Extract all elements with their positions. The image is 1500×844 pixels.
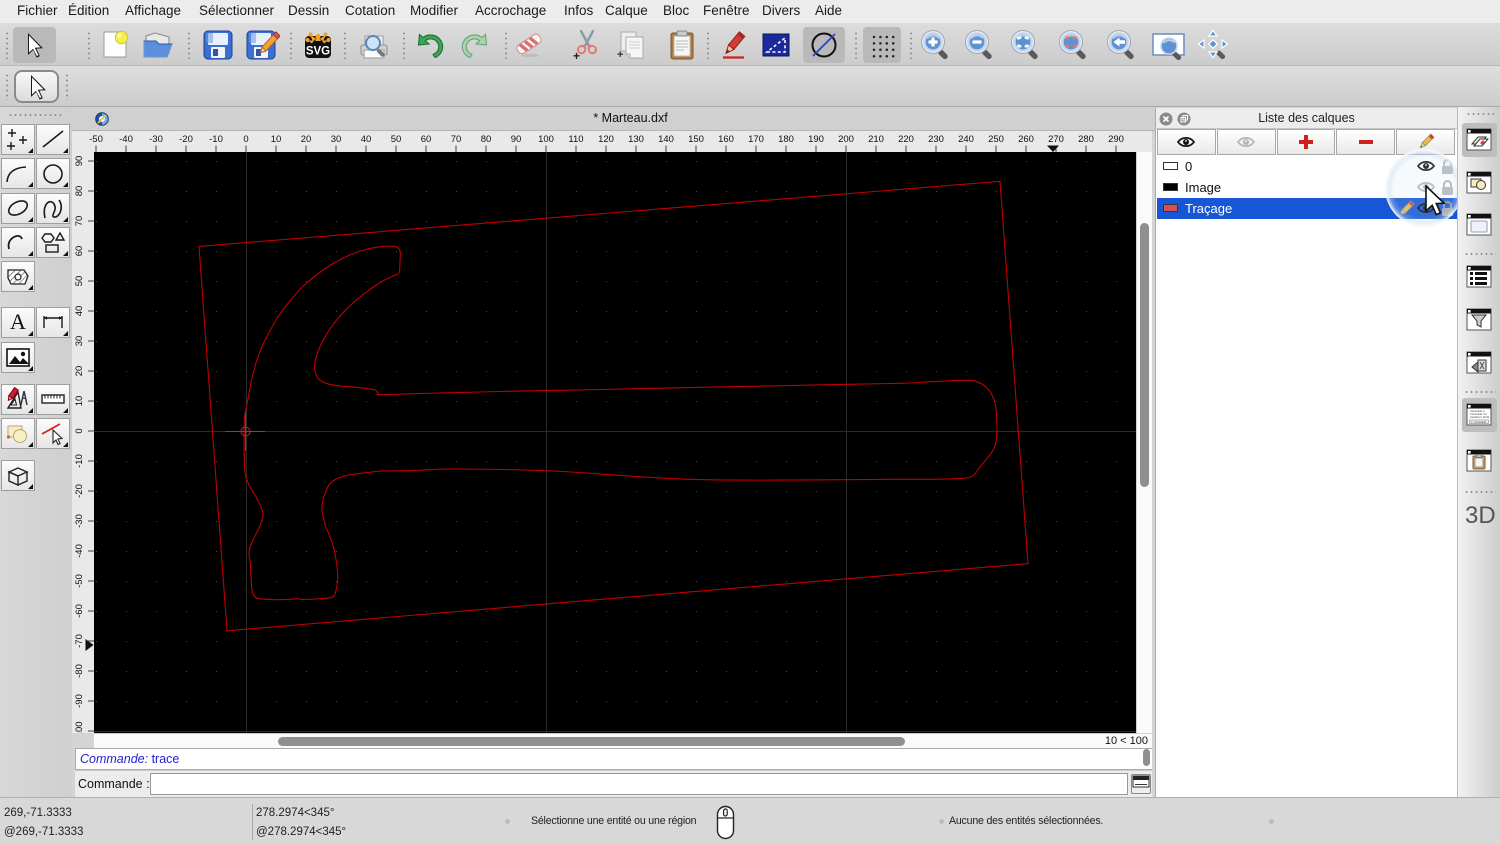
svg-text:60: 60 xyxy=(421,134,432,145)
svg-text:120: 120 xyxy=(598,134,614,145)
svg-text:40: 40 xyxy=(361,134,372,145)
svg-text:0: 0 xyxy=(74,428,85,433)
svg-text:260: 260 xyxy=(1018,134,1034,145)
svg-text:-40: -40 xyxy=(74,544,85,558)
svg-text:-20: -20 xyxy=(74,484,85,498)
svg-text:-100: -100 xyxy=(74,721,85,733)
svg-text:-70: -70 xyxy=(74,634,85,648)
svg-text:Coordonn: 10,61: Coordonn: 10,61 xyxy=(1470,415,1490,419)
svg-text:-10: -10 xyxy=(74,454,85,468)
svg-text:20: 20 xyxy=(301,134,312,145)
svg-text:+: + xyxy=(617,49,623,61)
svg-text:10: 10 xyxy=(271,134,282,145)
svg-text:-40: -40 xyxy=(119,134,133,145)
svg-text:-30: -30 xyxy=(74,514,85,528)
svg-text:0: 0 xyxy=(243,134,248,145)
svg-text:270: 270 xyxy=(1048,134,1064,145)
svg-text:-80: -80 xyxy=(74,664,85,678)
svg-text:180: 180 xyxy=(778,134,794,145)
svg-text:30: 30 xyxy=(74,336,85,347)
svg-text:+: + xyxy=(573,49,580,61)
svg-text:SVG: SVG xyxy=(306,46,330,58)
svg-text:A: A xyxy=(10,310,26,334)
svg-text:50: 50 xyxy=(391,134,402,145)
svg-text:10: 10 xyxy=(74,396,85,407)
svg-text:150: 150 xyxy=(688,134,704,145)
svg-text:20: 20 xyxy=(74,366,85,377)
svg-text:80: 80 xyxy=(74,186,85,197)
svg-text:-20: -20 xyxy=(179,134,193,145)
svg-text:-60: -60 xyxy=(74,604,85,618)
svg-text:190: 190 xyxy=(808,134,824,145)
svg-text:70: 70 xyxy=(74,216,85,227)
svg-text:230: 230 xyxy=(928,134,944,145)
svg-text:-90: -90 xyxy=(74,694,85,708)
svg-text:-50: -50 xyxy=(89,134,103,145)
svg-text:100: 100 xyxy=(538,134,554,145)
svg-text:50: 50 xyxy=(74,276,85,287)
svg-text:80: 80 xyxy=(481,134,492,145)
svg-text:-50: -50 xyxy=(74,574,85,588)
svg-text:-30: -30 xyxy=(149,134,163,145)
svg-text:210: 210 xyxy=(868,134,884,145)
svg-text:-10: -10 xyxy=(209,134,223,145)
svg-text:250: 250 xyxy=(988,134,1004,145)
svg-text:30: 30 xyxy=(331,134,342,145)
svg-text:60: 60 xyxy=(74,246,85,257)
svg-text:170: 170 xyxy=(748,134,764,145)
svg-text:110: 110 xyxy=(568,134,583,145)
svg-text:90: 90 xyxy=(74,156,85,167)
svg-text:c : command: c : command xyxy=(1471,420,1486,424)
svg-text:140: 140 xyxy=(658,134,674,145)
svg-text:200: 200 xyxy=(838,134,854,145)
svg-text:280: 280 xyxy=(1078,134,1094,145)
svg-text:90: 90 xyxy=(511,134,522,145)
svg-text:130: 130 xyxy=(628,134,644,145)
svg-text:70: 70 xyxy=(451,134,462,145)
svg-text:290: 290 xyxy=(1108,134,1124,145)
svg-text:220: 220 xyxy=(898,134,914,145)
svg-text:40: 40 xyxy=(74,306,85,317)
svg-text:240: 240 xyxy=(958,134,974,145)
svg-text:160: 160 xyxy=(718,134,734,145)
